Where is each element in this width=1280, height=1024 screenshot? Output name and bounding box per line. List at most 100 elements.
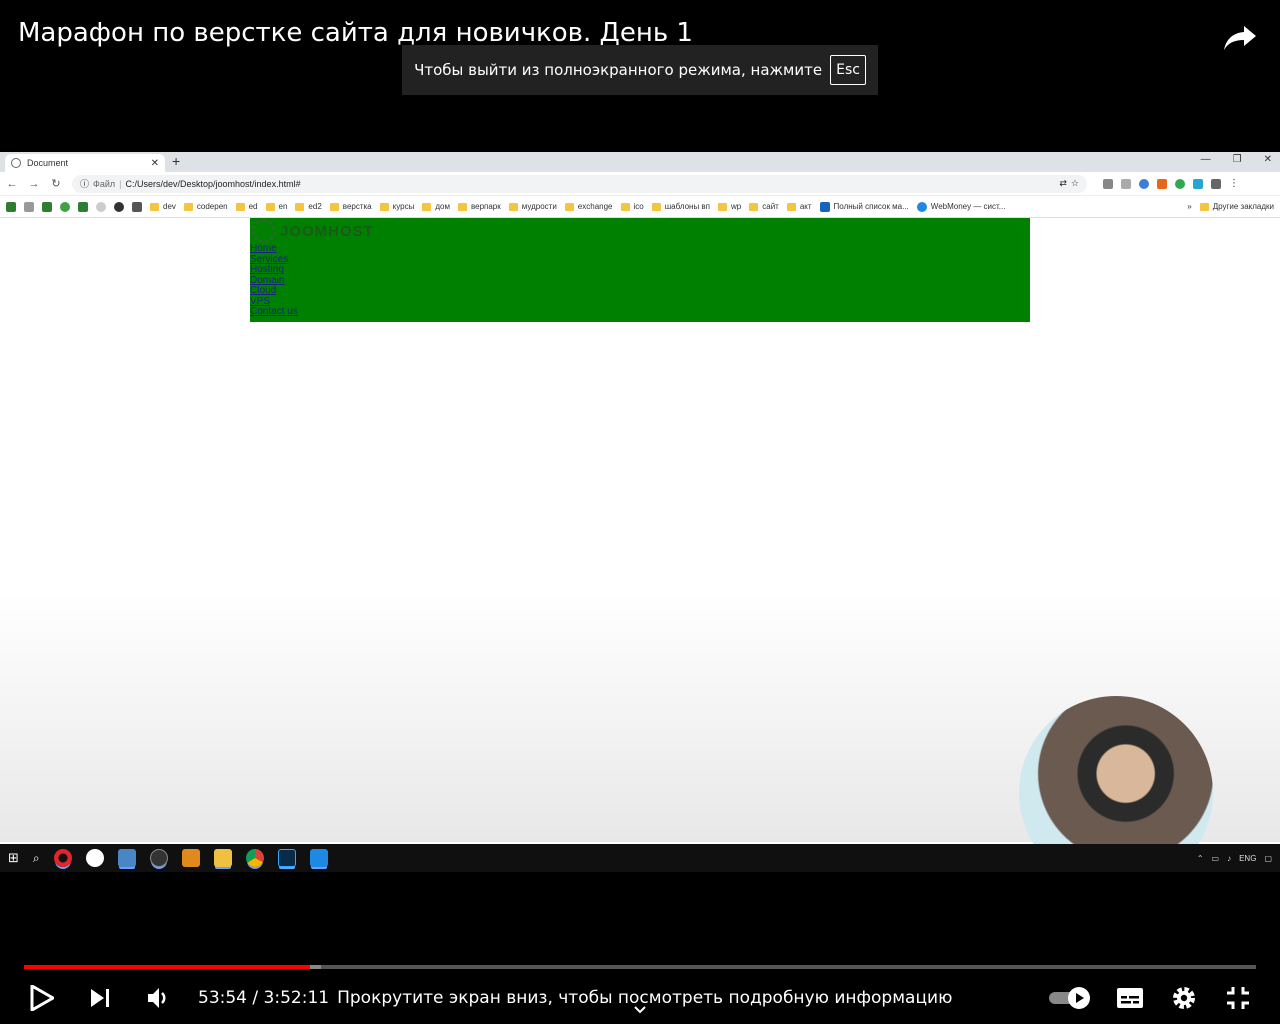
subtitles-button[interactable] bbox=[1112, 980, 1148, 1016]
bookmark-folder[interactable]: ed2 bbox=[295, 202, 322, 211]
yandex-browser-icon[interactable] bbox=[85, 849, 104, 867]
app-icon[interactable] bbox=[149, 849, 168, 867]
bookmark-folder[interactable]: шаблоны вп bbox=[651, 202, 710, 211]
bookmark-folder[interactable]: курсы bbox=[379, 202, 414, 211]
reload-icon[interactable]: ↻ bbox=[50, 177, 62, 190]
bookmark-folder[interactable]: wp bbox=[718, 202, 741, 211]
menu-link[interactable]: Hosting bbox=[250, 264, 284, 275]
minimize-icon[interactable]: — bbox=[1201, 154, 1211, 165]
play-button[interactable] bbox=[24, 980, 60, 1016]
extension-icon[interactable] bbox=[1211, 178, 1221, 189]
bookmark-folder[interactable]: акт bbox=[786, 202, 812, 211]
menu-item: Hosting bbox=[250, 264, 1030, 276]
fullscreen-toast: Чтобы выйти из полноэкранного режима, на… bbox=[402, 45, 878, 95]
site-logo[interactable]: JOOMHOST bbox=[250, 218, 1030, 244]
address-url: C:/Users/dev/Desktop/joomhost/index.html… bbox=[125, 178, 301, 189]
volume-button[interactable] bbox=[140, 980, 176, 1016]
restore-icon[interactable]: ❐ bbox=[1233, 154, 1242, 165]
address-separator: | bbox=[119, 178, 122, 189]
bookmark-folder[interactable]: ico bbox=[620, 202, 644, 211]
bookmark-app-icon[interactable] bbox=[132, 201, 142, 212]
extension-icon[interactable] bbox=[1193, 178, 1203, 189]
autoplay-toggle[interactable] bbox=[1048, 980, 1094, 1016]
new-tab-icon[interactable]: + bbox=[172, 153, 180, 169]
volume-icon[interactable]: ♪ bbox=[1227, 854, 1231, 863]
menu-link[interactable]: Contact us bbox=[250, 306, 298, 317]
back-icon[interactable]: ← bbox=[6, 178, 18, 190]
photoshop-icon[interactable] bbox=[277, 849, 296, 867]
bookmark-app-icon[interactable] bbox=[24, 201, 34, 212]
chrome-icon[interactable] bbox=[245, 849, 264, 867]
notifications-icon[interactable]: ▢ bbox=[1264, 854, 1272, 863]
menu-link[interactable]: Services bbox=[250, 254, 288, 265]
app-icon[interactable] bbox=[117, 849, 136, 867]
folder-icon bbox=[564, 202, 574, 211]
bookmark-folder[interactable]: en bbox=[265, 202, 287, 211]
menu-item: Cloud bbox=[250, 285, 1030, 297]
search-icon[interactable]: ⌕ bbox=[33, 851, 40, 866]
bookmark-app-icon[interactable] bbox=[42, 201, 52, 212]
chevron-down-icon[interactable] bbox=[632, 1003, 648, 1017]
address-bar[interactable]: ⓘ Файл | C:/Users/dev/Desktop/joomhost/i… bbox=[72, 174, 1087, 193]
other-bookmarks[interactable]: Другие закладки bbox=[1199, 202, 1274, 211]
exit-fullscreen-icon bbox=[1227, 986, 1249, 1009]
bookmark-link[interactable]: Полный список ма... bbox=[819, 201, 909, 212]
bookmark-app-icon[interactable] bbox=[114, 201, 124, 212]
menu-item: Home bbox=[250, 243, 1030, 255]
extension-icon[interactable] bbox=[1157, 178, 1167, 189]
bookmark-folder[interactable]: дом bbox=[422, 202, 450, 211]
bookmark-folder[interactable]: codepen bbox=[183, 202, 228, 211]
share-icon[interactable] bbox=[1222, 18, 1258, 54]
bookmark-folder[interactable]: мудрости bbox=[508, 202, 557, 211]
browser-tab[interactable]: Document ✕ bbox=[5, 154, 165, 172]
file-explorer-icon[interactable] bbox=[213, 849, 232, 867]
network-icon[interactable]: ▭ bbox=[1212, 854, 1220, 863]
bookmark-folder[interactable]: dev bbox=[150, 202, 176, 211]
bookmark-folder[interactable]: exchange bbox=[564, 202, 613, 211]
extension-icon[interactable] bbox=[1121, 178, 1131, 189]
extension-icon[interactable] bbox=[1175, 178, 1185, 189]
bookmark-link[interactable]: WebMoney — сист... bbox=[916, 201, 1005, 212]
extension-icon[interactable] bbox=[1103, 178, 1113, 189]
bookmark-star-icon[interactable]: ☆ bbox=[1071, 178, 1079, 189]
menu-kebab-icon[interactable]: ⋮ bbox=[1229, 178, 1239, 189]
translate-icon[interactable]: ⇄ bbox=[1059, 178, 1067, 189]
globe-icon bbox=[11, 158, 21, 168]
menu-link[interactable]: VPS bbox=[250, 296, 270, 307]
tray-chevron-icon[interactable]: ⌃ bbox=[1197, 854, 1204, 863]
opera-icon[interactable] bbox=[53, 849, 72, 867]
language-indicator[interactable]: ENG bbox=[1239, 854, 1256, 863]
bookmarks-bar: dev codepen ed en ed2 верстка курсы дом … bbox=[0, 196, 1280, 218]
bookmarks-overflow-icon[interactable]: » bbox=[1187, 202, 1191, 211]
bookmark-app-icon[interactable] bbox=[60, 201, 70, 212]
folder-icon bbox=[651, 202, 661, 211]
forward-icon[interactable]: → bbox=[28, 178, 40, 190]
bookmark-app-icon[interactable] bbox=[6, 201, 16, 212]
esc-key-badge: Esc bbox=[830, 55, 866, 85]
windows-start-icon[interactable]: ⊞ bbox=[8, 850, 19, 866]
bookmark-app-icon[interactable] bbox=[78, 201, 88, 212]
window-close-icon[interactable]: ✕ bbox=[1264, 154, 1272, 165]
extension-icon[interactable] bbox=[1139, 178, 1149, 189]
browser-toolbar: ← → ↻ ⓘ Файл | C:/Users/dev/Desktop/joom… bbox=[0, 172, 1280, 196]
video-progress-bar[interactable] bbox=[24, 965, 1256, 969]
vscode-icon[interactable] bbox=[309, 849, 328, 867]
gear-icon bbox=[1173, 986, 1195, 1009]
bookmark-app-icon[interactable] bbox=[96, 201, 106, 212]
system-tray: ⌃ ▭ ♪ ENG ▢ bbox=[1197, 854, 1272, 863]
settings-button[interactable] bbox=[1166, 980, 1202, 1016]
sublime-text-icon[interactable] bbox=[181, 849, 200, 867]
folder-icon bbox=[508, 202, 518, 211]
menu-link[interactable]: Cloud bbox=[250, 285, 276, 296]
menu-link[interactable]: Home bbox=[250, 243, 277, 254]
bookmark-folder[interactable]: ed bbox=[235, 202, 258, 211]
next-button[interactable] bbox=[82, 980, 118, 1016]
tab-close-icon[interactable]: ✕ bbox=[151, 158, 159, 169]
menu-link[interactable]: Domain bbox=[250, 275, 284, 286]
video-player[interactable]: Марафон по верстке сайта для новичков. Д… bbox=[0, 0, 1280, 1024]
exit-fullscreen-button[interactable] bbox=[1220, 980, 1256, 1016]
bookmark-folder[interactable]: верстка bbox=[329, 202, 372, 211]
bookmark-folder[interactable]: сайт bbox=[749, 202, 779, 211]
bookmark-folder[interactable]: верпарк bbox=[457, 202, 501, 211]
time-display: 53:54 / 3:52:11 bbox=[198, 988, 329, 1008]
